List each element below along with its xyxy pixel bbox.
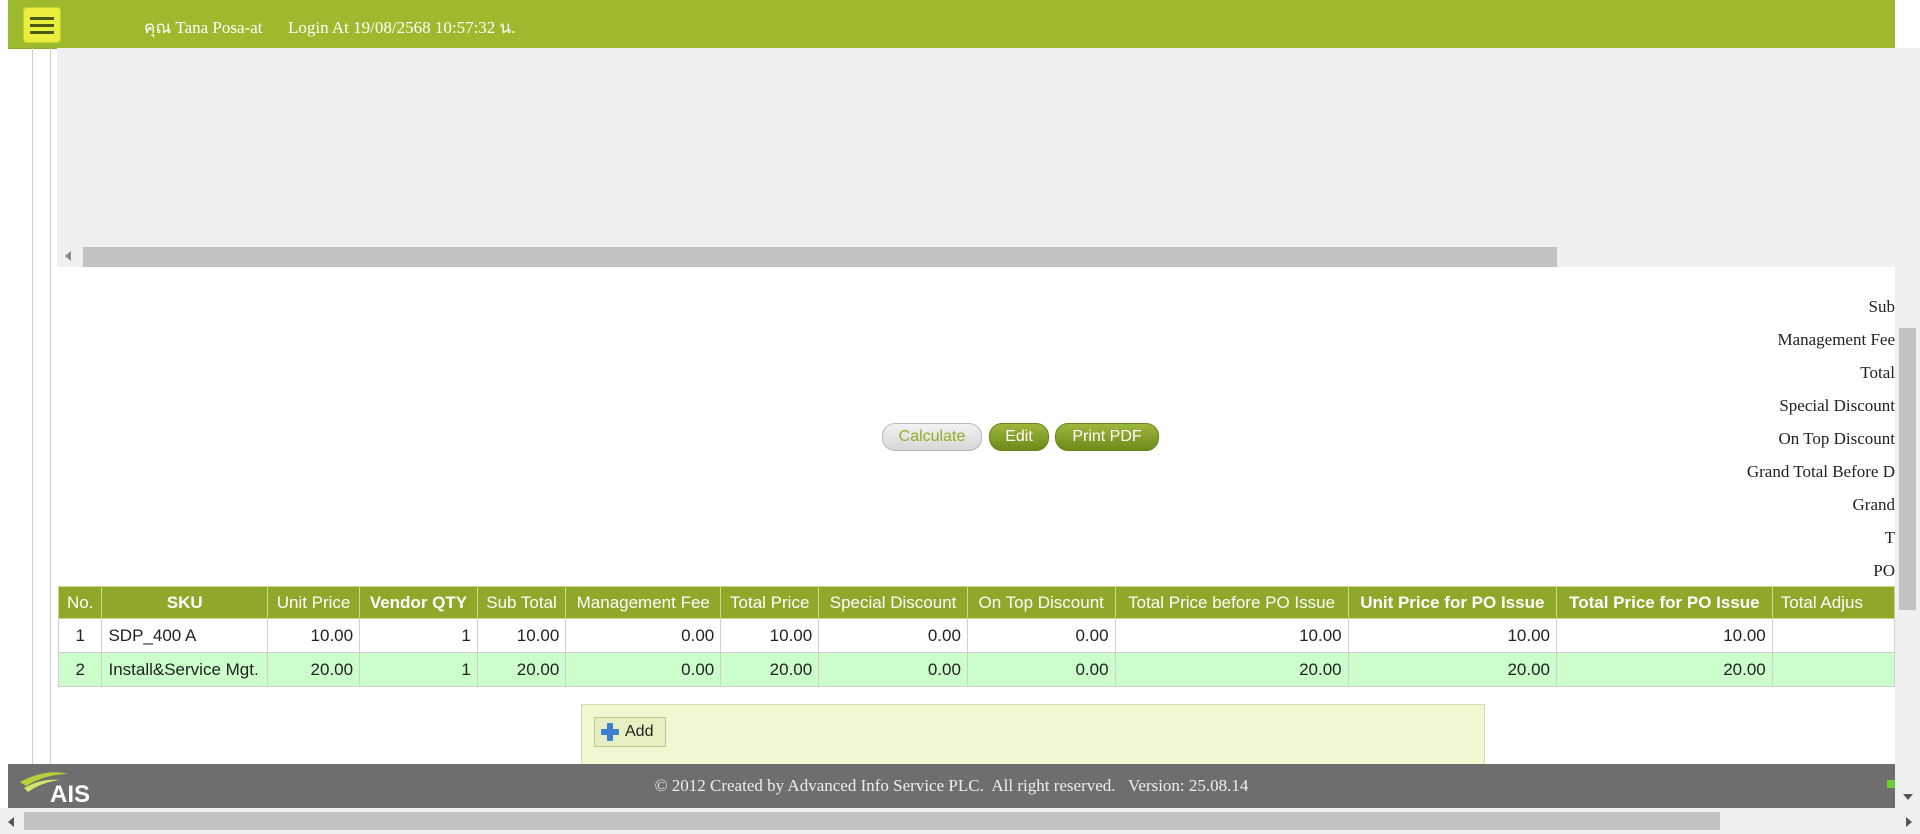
inner-horizontal-scrollbar[interactable] [57,246,1895,267]
col-header-on-top-discount: On Top Discount [966,586,1116,619]
top-header-bar: คุณ Tana Posa-at Login At 19/08/2568 10:… [8,0,1895,49]
col-header-total-adjust: Total Adjus [1771,586,1895,619]
col-header-sub-total: Sub Total [476,586,567,619]
vertical-scrollbar-thumb[interactable] [1899,328,1916,610]
cell-management-fee: 0.00 [565,618,722,653]
left-divider-line [50,48,51,764]
summary-label-grand: Grand [1852,495,1895,514]
col-header-sku: SKU [101,586,268,619]
col-header-management-fee: Management Fee [565,586,722,619]
cell-total-before-po: 20.00 [1114,652,1349,687]
summary-label-po: PO [1873,561,1895,580]
status-indicator-icon [1887,780,1895,788]
summary-label-subtotal: Sub [1868,297,1895,316]
menu-line [30,30,54,34]
scroll-left-arrow-icon[interactable] [65,251,71,261]
cell-special-discount: 0.00 [818,618,968,653]
cell-unit-price-po: 20.00 [1347,652,1558,687]
col-header-special-discount: Special Discount [818,586,968,619]
cell-on-top-discount: 0.00 [966,652,1116,687]
menu-line [30,23,54,27]
footer-copyright: © 2012 Created by Advanced Info Service … [654,776,1249,795]
col-header-total-price: Total Price [720,586,820,619]
cell-total-adjust [1771,652,1895,687]
cell-vendor-qty: 1 [359,652,478,687]
cell-special-discount: 0.00 [818,652,968,687]
summary-labels: Sub Management Fee Total Special Discoun… [1595,290,1895,587]
col-header-total-price-po: Total Price for PO Issue [1556,586,1773,619]
cell-on-top-discount: 0.00 [966,618,1116,653]
edit-button[interactable]: Edit [989,423,1049,451]
hamburger-menu-icon[interactable] [23,7,61,43]
cell-sku: SDP_400 A [101,618,268,653]
vertical-scrollbar[interactable] [1895,48,1920,808]
cell-total-adjust [1771,618,1895,653]
summary-label-management-fee: Management Fee [1777,330,1895,349]
col-header-unit-price: Unit Price [266,586,361,619]
scrollbar-thumb[interactable] [83,247,1557,267]
page-horizontal-scrollbar[interactable] [0,808,1920,834]
cell-vendor-qty: 1 [359,618,478,653]
add-button-label: Add [625,723,654,740]
cell-sub-total: 20.00 [476,652,567,687]
po-items-table: No. SKU Unit Price Vendor QTY Sub Total … [58,586,1895,687]
cell-unit-price-po: 10.00 [1347,618,1558,653]
cell-management-fee: 0.00 [565,652,722,687]
login-timestamp: Login At 19/08/2568 10:57:32 น. [287,18,516,37]
cell-sub-total: 10.00 [476,618,567,653]
cell-sku: Install&Service Mgt. [101,652,268,687]
footer-bar: AIS © 2012 Created by Advanced Info Serv… [8,764,1895,808]
table-header-row: No. SKU Unit Price Vendor QTY Sub Total … [58,586,1895,619]
user-login-info: คุณ Tana Posa-at Login At 19/08/2568 10:… [144,14,515,41]
plus-icon [601,723,619,741]
left-divider-line [32,48,33,764]
summary-label-on-top-discount: On Top Discount [1778,429,1895,448]
summary-label-total: Total [1860,363,1895,382]
table-row[interactable]: 1 SDP_400 A 10.00 1 10.00 0.00 10.00 0.0… [58,618,1895,653]
summary-label-t: T [1884,528,1895,547]
cell-unit-price: 10.00 [266,618,361,653]
po-items-table-container: No. SKU Unit Price Vendor QTY Sub Total … [58,586,1895,687]
table-row[interactable]: 2 Install&Service Mgt. 20.00 1 20.00 0.0… [58,652,1895,687]
scroll-left-arrow-icon[interactable] [8,817,14,827]
scroll-container-area [57,48,1895,266]
col-header-unit-price-po: Unit Price for PO Issue [1347,586,1558,619]
scroll-down-arrow-icon[interactable] [1903,794,1913,800]
cell-total-price-po: 10.00 [1556,618,1773,653]
cell-total-price-po: 20.00 [1556,652,1773,687]
menu-line [30,16,54,20]
cell-no: 2 [58,652,103,687]
scroll-right-arrow-icon[interactable] [1906,817,1912,827]
print-pdf-button[interactable]: Print PDF [1055,423,1159,451]
cell-total-price: 20.00 [720,652,820,687]
user-name: คุณ Tana Posa-at [144,18,263,37]
page-scrollbar-thumb[interactable] [24,812,1720,830]
cell-total-before-po: 10.00 [1114,618,1349,653]
col-header-no: No. [58,586,103,619]
col-header-vendor-qty: Vendor QTY [359,586,478,619]
cell-total-price: 10.00 [720,618,820,653]
calculate-button[interactable]: Calculate [882,423,982,451]
cell-unit-price: 20.00 [266,652,361,687]
add-item-panel: Add [581,704,1485,766]
summary-label-special-discount: Special Discount [1779,396,1895,415]
add-button[interactable]: Add [594,717,666,747]
col-header-total-before-po: Total Price before PO Issue [1114,586,1349,619]
cell-no: 1 [58,618,103,653]
summary-label-grand-total-before: Grand Total Before D [1746,462,1895,481]
